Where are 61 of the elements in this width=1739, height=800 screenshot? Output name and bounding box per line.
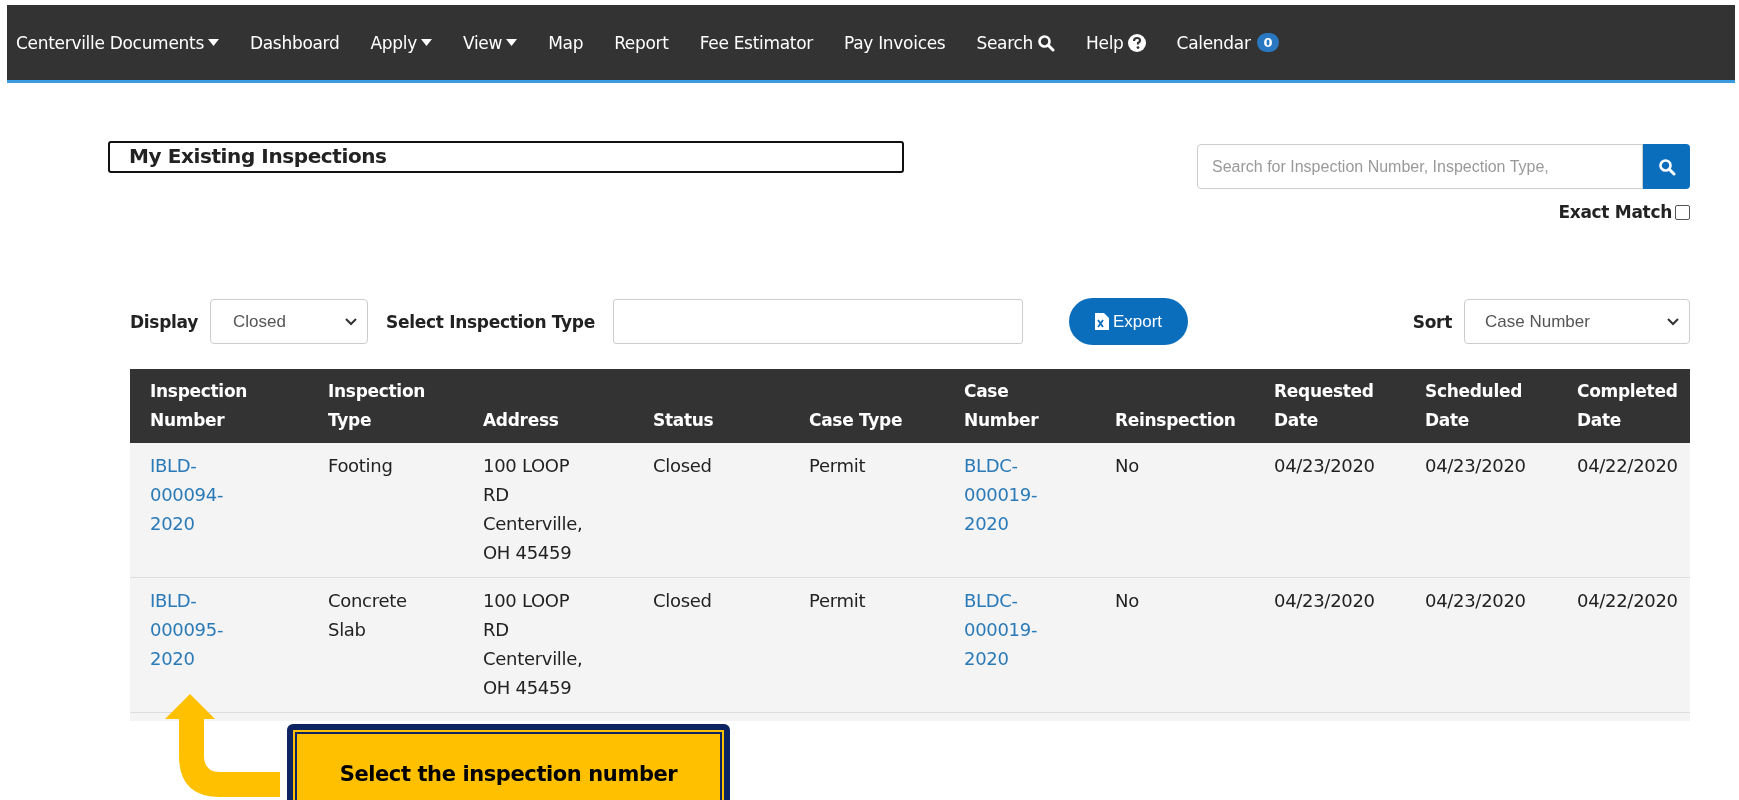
nav-link[interactable]: Centerville Documents (16, 32, 219, 53)
chevron-icon (345, 317, 357, 326)
help-icon (1127, 33, 1146, 52)
nav-link[interactable]: Fee Estimator (699, 32, 813, 53)
nav-link[interactable]: Report (614, 32, 669, 53)
search-icon (1037, 33, 1055, 52)
callout-text: Select the inspection number (339, 762, 678, 786)
table-cell: Permit (789, 443, 944, 578)
table-cell: 04/23/2020 (1254, 577, 1405, 713)
table-cell: No (1095, 577, 1254, 713)
table-cell: 04/22/2020 (1557, 443, 1690, 578)
table-cell: No (1095, 443, 1254, 578)
table-cell: 100 LOOP RD Centerville, OH 45459 (463, 443, 633, 578)
column-header: Address (463, 369, 633, 443)
nav-link[interactable]: View (463, 32, 518, 53)
caret-icon (207, 39, 219, 46)
arrow-icon (164, 694, 280, 800)
page-title: My Existing Inspections (108, 141, 904, 173)
column-header: Inspection Type (308, 369, 463, 443)
display-dropdown[interactable]: Closed (210, 299, 368, 344)
table-cell: Concrete Slab (308, 577, 463, 713)
caret-icon (506, 39, 518, 46)
display-label: Display (130, 311, 198, 332)
table-cell: 04/22/2020 (1557, 577, 1690, 713)
exact-match-label: Exact Match (1558, 202, 1672, 222)
nav-link[interactable]: Search (976, 32, 1055, 53)
inspection-type-label: Select Inspection Type (386, 311, 595, 332)
table-cell: Closed (633, 577, 789, 713)
nav-link[interactable]: Calendar 0 (1176, 32, 1280, 53)
inspection-type-field[interactable] (613, 299, 1023, 344)
table-cell: Footing (308, 443, 463, 578)
column-header: Completed Date (1557, 369, 1690, 443)
table-cell: 04/23/2020 (1254, 443, 1405, 578)
caret-icon (421, 39, 432, 46)
column-header: Inspection Number (130, 369, 308, 443)
nav-link[interactable]: Dashboard (249, 32, 340, 53)
nav-link[interactable]: Help (1086, 32, 1146, 53)
search-field[interactable]: Search for Inspection Number, Inspection Type, (1197, 144, 1643, 189)
column-header: Reinspection (1095, 369, 1254, 443)
nav-link[interactable]: Map (548, 32, 584, 53)
nav-link[interactable]: Apply (370, 32, 432, 53)
table-cell: 04/23/2020 (1405, 577, 1557, 713)
search-icon (1657, 157, 1676, 176)
sort-dropdown[interactable]: Case Number (1464, 299, 1690, 344)
column-header: Requested Date (1254, 369, 1405, 443)
search-button[interactable] (1643, 144, 1690, 189)
count-badge: 0 (1256, 33, 1280, 52)
column-header: Status (633, 369, 789, 443)
excel-file-icon (1094, 313, 1109, 330)
table-cell: 100 LOOP RD Centerville, OH 45459 (463, 577, 633, 713)
sort-label: Sort (1412, 311, 1452, 332)
table-cell: Permit (789, 577, 944, 713)
column-header: Case Type (789, 369, 944, 443)
nav-link[interactable]: Pay Invoices (844, 32, 946, 53)
export-button[interactable]: Export (1069, 298, 1188, 345)
column-header: Scheduled Date (1405, 369, 1557, 443)
column-header: Case Number (944, 369, 1095, 443)
table-cell: 04/23/2020 (1405, 443, 1557, 578)
table-cell: Closed (633, 443, 789, 578)
chevron-icon (1667, 317, 1679, 326)
exact-match-checkbox[interactable] (1675, 204, 1690, 220)
